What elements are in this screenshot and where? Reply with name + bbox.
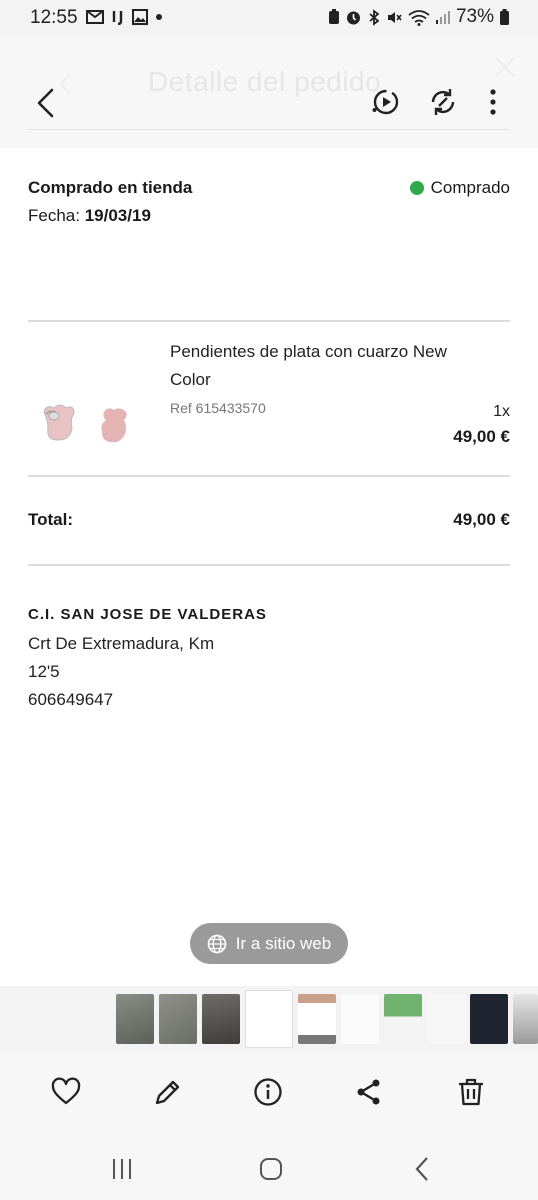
bottom-toolbar	[0, 1052, 538, 1140]
ij-icon	[112, 11, 123, 25]
thumbnail[interactable]	[159, 994, 197, 1044]
app-header: Detalle del pedido	[0, 36, 538, 148]
delete-icon[interactable]	[455, 1076, 487, 1108]
thumbnail[interactable]	[202, 994, 240, 1044]
battery-icon	[500, 8, 509, 25]
gallery-icon	[132, 9, 148, 25]
status-left-icons	[86, 9, 163, 25]
signal-icon	[435, 11, 450, 24]
system-nav-bar	[0, 1140, 538, 1200]
product-quantity: 1x	[493, 403, 510, 420]
home-icon[interactable]	[256, 1154, 286, 1184]
edit-icon[interactable]	[152, 1076, 184, 1108]
total-value: 49,00 €	[453, 510, 510, 529]
store-address-line1: Crt De Extremadura, Km	[28, 634, 215, 653]
page-title: Detalle del pedido	[148, 66, 382, 97]
status-dot-icon	[409, 181, 424, 195]
header-divider	[28, 129, 510, 130]
thumbnail[interactable]	[513, 994, 538, 1044]
share-icon[interactable]	[353, 1076, 385, 1108]
status-time: 12:55	[30, 7, 78, 28]
mute-icon	[387, 11, 402, 23]
product-ref: Ref 615433570	[170, 400, 266, 416]
thumbnail[interactable]	[470, 994, 508, 1044]
thumbnail[interactable]	[384, 994, 422, 1044]
dot-icon	[156, 14, 162, 20]
thumbnail[interactable]	[298, 994, 336, 1044]
status-right-icons: 73%	[328, 6, 510, 28]
remaster-icon[interactable]	[427, 86, 459, 118]
store-address-line2: 12'5	[28, 662, 60, 681]
back-icon[interactable]	[408, 1154, 438, 1184]
product-image[interactable]	[36, 398, 136, 452]
battery-percentage: 73%	[455, 6, 494, 27]
date-label: Fecha:	[28, 206, 80, 225]
ghost-close-icon	[495, 57, 515, 77]
battery-saver-icon	[328, 9, 339, 24]
divider	[28, 320, 510, 322]
go-to-website-label: Ir a sitio web	[235, 933, 332, 953]
product-price: 49,00 €	[453, 427, 510, 446]
thumbnail[interactable]	[116, 994, 154, 1044]
go-to-website-button[interactable]: Ir a sitio web	[190, 923, 348, 964]
alarm-icon	[346, 11, 360, 24]
order-date: Fecha: 19/03/19	[28, 206, 151, 226]
date-value: 19/03/19	[84, 206, 151, 225]
order-status: Comprado	[409, 178, 510, 198]
info-icon[interactable]	[252, 1076, 284, 1108]
thumbnail-selected[interactable]	[245, 990, 293, 1048]
thumbnail-filmstrip	[0, 986, 538, 1052]
thumbnail[interactable]	[427, 994, 465, 1044]
bluetooth-icon	[369, 8, 380, 26]
status-text: Comprado	[430, 178, 510, 197]
thumbnail[interactable]	[341, 994, 379, 1044]
heart-icon[interactable]	[50, 1076, 82, 1108]
purchase-type: Comprado en tienda	[28, 178, 193, 197]
store-name: C.I. SAN JOSE DE VALDERAS	[28, 606, 267, 623]
product-name[interactable]: Pendientes de plata con cuarzo New Color	[170, 338, 470, 394]
wifi-icon	[408, 9, 430, 26]
more-options-icon[interactable]	[477, 86, 509, 118]
motion-photo-icon[interactable]	[370, 86, 402, 118]
gmail-icon	[86, 10, 104, 24]
divider	[28, 475, 510, 477]
recents-icon[interactable]	[107, 1154, 137, 1184]
store-phone[interactable]: 606649647	[28, 690, 113, 710]
back-button[interactable]	[32, 86, 62, 120]
globe-icon	[207, 934, 227, 953]
status-bar: 12:55 73%	[0, 0, 538, 36]
total-label: Total:	[28, 510, 74, 529]
divider	[28, 564, 510, 566]
